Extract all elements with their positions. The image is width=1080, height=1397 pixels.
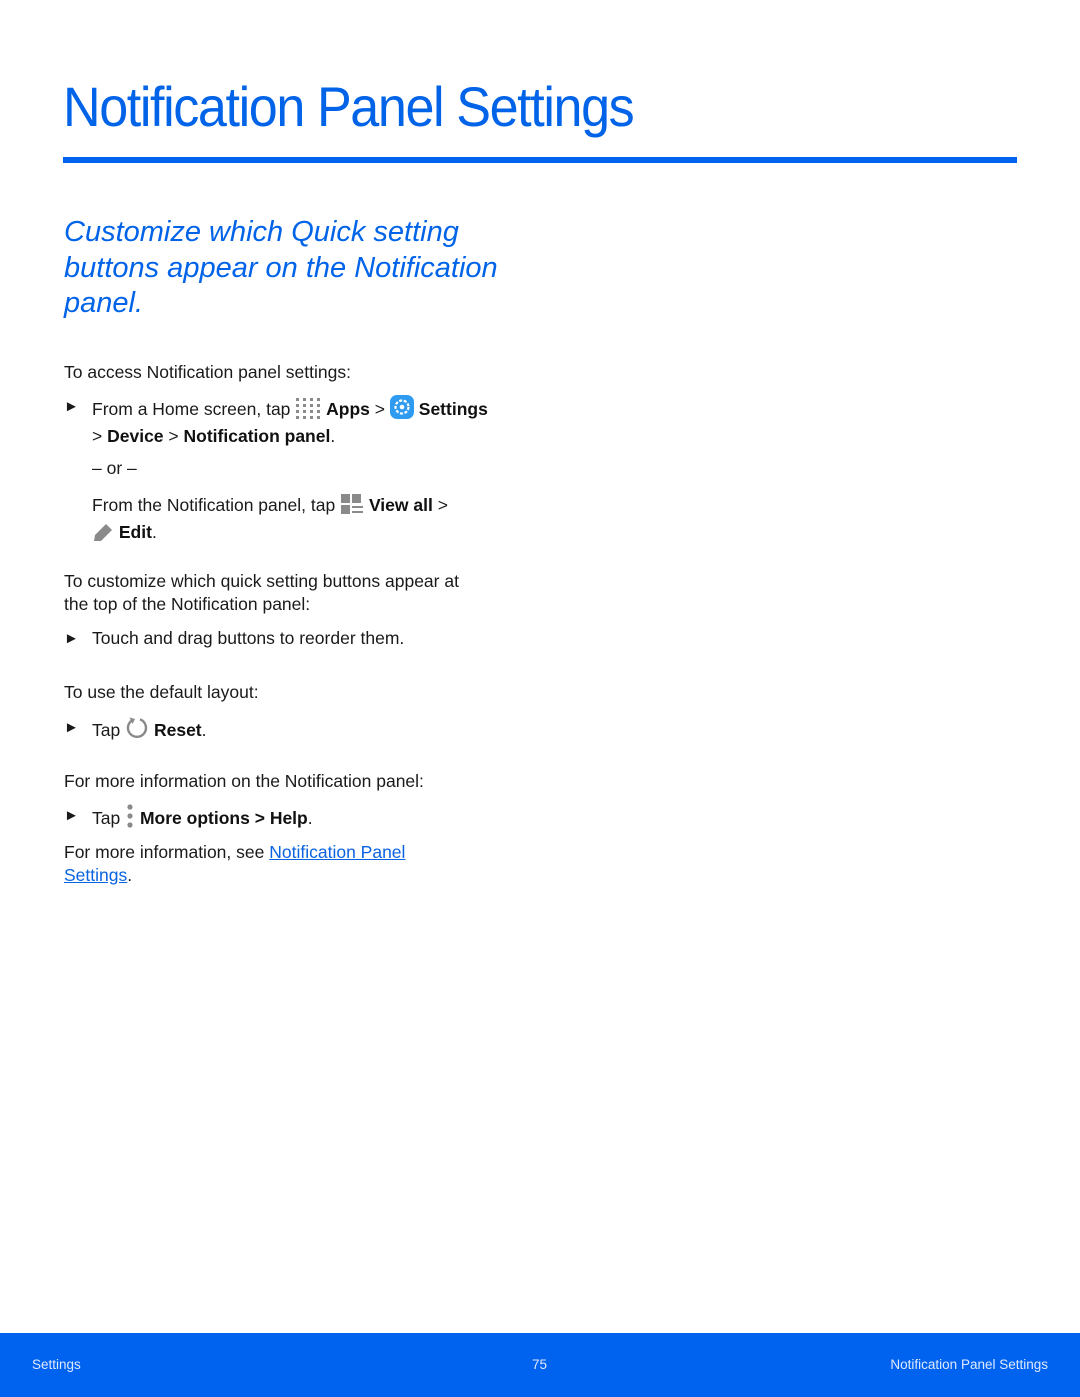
apps-label: Apps [326, 399, 370, 419]
title-divider [63, 157, 1017, 163]
customize-intro-line-2: the top of the Notification panel: [64, 594, 311, 614]
period: . [201, 720, 207, 740]
step-text: Touch and drag buttons to reorder them. [92, 628, 405, 648]
notification-panel-settings-link-cont[interactable]: Settings [64, 865, 127, 885]
see-also-text: For more information, see [64, 842, 265, 862]
page-subtitle: Customize which Quick setting buttons ap… [64, 216, 498, 319]
step-reset: ► Tap Reset. [64, 716, 207, 746]
reset-icon [125, 716, 149, 746]
customize-intro-line-1: To customize which quick setting buttons… [64, 571, 459, 591]
see-also: For more information, see Notification P… [64, 841, 405, 887]
step-text: Tap [92, 808, 121, 828]
path-separator: > [254, 808, 265, 828]
step-text: Tap [92, 720, 121, 740]
path-separator: > [437, 495, 448, 515]
path-separator: > [92, 426, 103, 446]
page-footer: Settings 75 Notification Panel Settings [0, 1333, 1080, 1397]
pencil-icon [92, 522, 114, 548]
step-help: ► Tap More options > Help. [64, 804, 313, 834]
bullet-arrow-icon: ► [64, 398, 79, 415]
more-info-intro: For more information on the Notification… [64, 771, 424, 791]
period: . [307, 808, 313, 828]
notification-panel-label: Notification panel [183, 426, 331, 446]
period: . [330, 426, 336, 446]
path-separator: > [168, 426, 179, 446]
notification-panel-settings-link[interactable]: Notification Panel [269, 842, 405, 862]
bullet-arrow-icon: ► [64, 630, 79, 647]
bullet-arrow-icon: ► [64, 719, 79, 736]
footer-page-number: 75 [532, 1357, 548, 1372]
more-options-icon [125, 804, 135, 834]
device-label: Device [107, 426, 164, 446]
view-all-icon [340, 493, 364, 521]
path-separator: > [374, 399, 386, 419]
edit-label: Edit [118, 522, 152, 542]
period: . [127, 865, 133, 885]
default-layout-intro: To use the default layout: [64, 682, 259, 702]
view-all-label: View all [368, 495, 433, 515]
step-text: From the Notification panel, tap [92, 495, 336, 515]
footer-chapter: Notification Panel Settings [890, 1357, 1048, 1372]
footer-section: Settings [32, 1357, 81, 1372]
page-title: Notification Panel Settings [63, 75, 635, 138]
access-intro: To access Notification panel settings: [64, 362, 351, 382]
settings-label: Settings [418, 399, 488, 419]
period: . [151, 522, 157, 542]
settings-gear-icon [389, 395, 414, 425]
step-drag: ► Touch and drag buttons to reorder them… [64, 627, 404, 650]
or-separator: – or – [92, 458, 137, 478]
more-options-label: More options [139, 808, 250, 828]
help-label: Help [269, 808, 308, 828]
step-home-screen: ► From a Home screen, tap Apps > Setting… [64, 395, 488, 448]
apps-grid-icon [295, 397, 321, 425]
bullet-arrow-icon: ► [64, 807, 79, 824]
step-text: From a Home screen, tap [92, 399, 291, 419]
alt-step: From the Notification panel, tap View al… [92, 493, 448, 548]
reset-label: Reset [153, 720, 202, 740]
